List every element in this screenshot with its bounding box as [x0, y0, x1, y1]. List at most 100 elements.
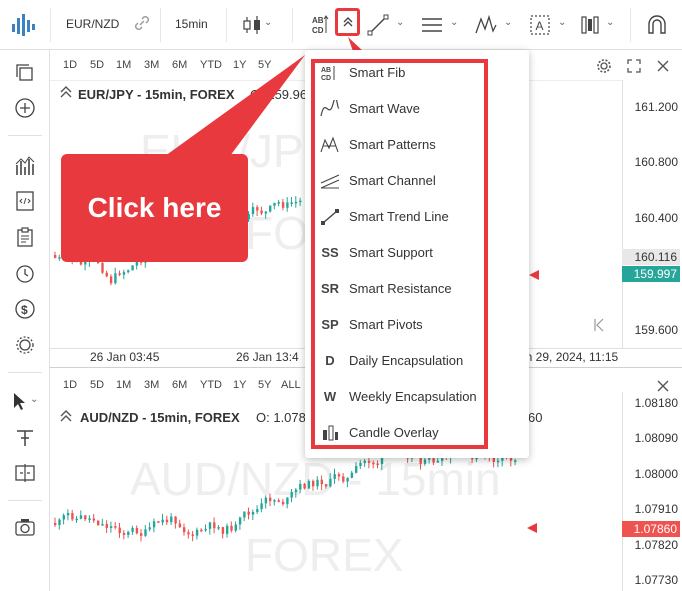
- gear-icon[interactable]: [596, 58, 612, 74]
- candle: [286, 197, 289, 212]
- add-icon[interactable]: [14, 97, 36, 119]
- range-6m[interactable]: 6M: [172, 59, 187, 71]
- candle: [200, 528, 203, 533]
- scroll-to-latest-icon[interactable]: [593, 318, 605, 332]
- candle: [277, 199, 280, 207]
- expand-icon[interactable]: [627, 59, 641, 73]
- interval-selector[interactable]: 15min: [175, 17, 208, 31]
- close-icon[interactable]: [656, 379, 670, 393]
- chevron-down-icon[interactable]: ⌄: [264, 17, 272, 28]
- candle: [97, 520, 100, 526]
- candle: [221, 526, 225, 539]
- candle: [170, 513, 173, 525]
- candle: [290, 488, 293, 503]
- candle: [148, 522, 151, 532]
- candlestick-type-icon[interactable]: [240, 13, 264, 37]
- candle: [316, 476, 319, 490]
- candle: [66, 509, 70, 521]
- range-1d[interactable]: 1D: [63, 379, 77, 391]
- camera-icon[interactable]: [14, 516, 36, 538]
- top-price-axis[interactable]: 161.200 160.800 160.400 160.116 159.997 …: [622, 80, 682, 348]
- range-1y[interactable]: 1Y: [233, 379, 246, 391]
- text-annotation-icon[interactable]: A: [528, 13, 552, 37]
- candle: [294, 488, 298, 498]
- candle: [273, 202, 276, 210]
- candle: [251, 509, 255, 521]
- range-5d[interactable]: 5D: [90, 59, 104, 71]
- candle: [118, 522, 121, 538]
- range-all[interactable]: ALL: [281, 379, 301, 391]
- indicators-icon[interactable]: [14, 155, 36, 177]
- price-tick: 1.07910: [634, 502, 678, 516]
- svg-text:CD: CD: [312, 26, 324, 35]
- chevron-down-icon[interactable]: ⌄: [558, 17, 566, 28]
- candle: [122, 530, 126, 540]
- range-5y[interactable]: 5Y: [258, 379, 271, 391]
- candle: [208, 521, 212, 535]
- callout-text: Click here: [87, 192, 222, 223]
- symbol-selector[interactable]: EUR/NZD: [66, 17, 119, 31]
- candle: [312, 479, 315, 491]
- range-1m[interactable]: 1M: [116, 379, 131, 391]
- pattern-tool-icon[interactable]: [474, 13, 498, 37]
- candle: [178, 519, 182, 528]
- close-icon[interactable]: [656, 59, 670, 73]
- range-6m[interactable]: 6M: [172, 379, 187, 391]
- range-3m[interactable]: 3M: [144, 379, 159, 391]
- dollar-icon[interactable]: $: [14, 298, 36, 320]
- candle: [161, 513, 164, 526]
- range-1y[interactable]: 1Y: [233, 59, 246, 71]
- candle: [281, 498, 285, 506]
- app-logo-icon: [12, 14, 35, 36]
- candle: [101, 260, 104, 275]
- compare-icon[interactable]: [14, 462, 36, 484]
- horizontal-lines-tool-icon[interactable]: [420, 13, 444, 37]
- click-here-callout: Click here: [61, 154, 248, 262]
- candle: [140, 529, 143, 542]
- range-1m[interactable]: 1M: [116, 59, 131, 71]
- clock-alert-icon[interactable]: [14, 262, 36, 284]
- smart-tools-abcd-icon[interactable]: AB CD: [310, 13, 334, 37]
- smart-tools-expand-button[interactable]: [335, 8, 360, 36]
- candle: [346, 477, 349, 488]
- chevron-down-icon[interactable]: ⌄: [30, 394, 38, 405]
- cursor-icon[interactable]: [10, 390, 32, 412]
- script-editor-icon[interactable]: [14, 190, 36, 212]
- candle: [350, 470, 354, 479]
- candle: [165, 515, 169, 526]
- magnet-icon[interactable]: [645, 13, 669, 37]
- trend-line-tool-icon[interactable]: [366, 13, 390, 37]
- range-3m[interactable]: 3M: [144, 59, 159, 71]
- collapse-icon[interactable]: [60, 86, 72, 98]
- chevron-down-icon[interactable]: ⌄: [504, 17, 512, 28]
- chevron-down-icon[interactable]: ⌄: [396, 17, 404, 28]
- range-ytd[interactable]: YTD: [200, 59, 222, 71]
- range-5y[interactable]: 5Y: [258, 59, 271, 71]
- candle: [105, 270, 108, 278]
- collapse-icon[interactable]: [60, 410, 72, 422]
- candle: [243, 511, 246, 522]
- svg-text:A: A: [536, 19, 544, 33]
- settings-people-icon[interactable]: [14, 334, 36, 356]
- link-icon[interactable]: [133, 14, 151, 32]
- range-5d[interactable]: 5D: [90, 379, 104, 391]
- measure-tool-icon[interactable]: [578, 13, 602, 37]
- range-ytd[interactable]: YTD: [200, 379, 222, 391]
- candle: [269, 205, 272, 213]
- bottom-price-axis[interactable]: 1.08180 1.08090 1.08000 1.07910 1.07860 …: [622, 392, 682, 591]
- candle: [514, 458, 517, 466]
- chevron-down-icon[interactable]: ⌄: [450, 17, 458, 28]
- current-price-marker-icon: [529, 270, 539, 280]
- range-1d[interactable]: 1D: [63, 59, 77, 71]
- candle: [337, 472, 341, 481]
- menu-highlight-box: [311, 59, 488, 449]
- chevron-down-icon[interactable]: ⌄: [606, 17, 614, 28]
- ohlc-readout-tail: 60: [528, 410, 543, 425]
- ohlc-readout: O: 159.96: [250, 87, 308, 102]
- candle: [183, 523, 186, 536]
- clipboard-icon[interactable]: [14, 226, 36, 248]
- copy-layout-icon[interactable]: [14, 62, 36, 84]
- candle: [109, 521, 113, 533]
- candle: [363, 459, 366, 467]
- crosshair-line-icon[interactable]: [14, 426, 36, 448]
